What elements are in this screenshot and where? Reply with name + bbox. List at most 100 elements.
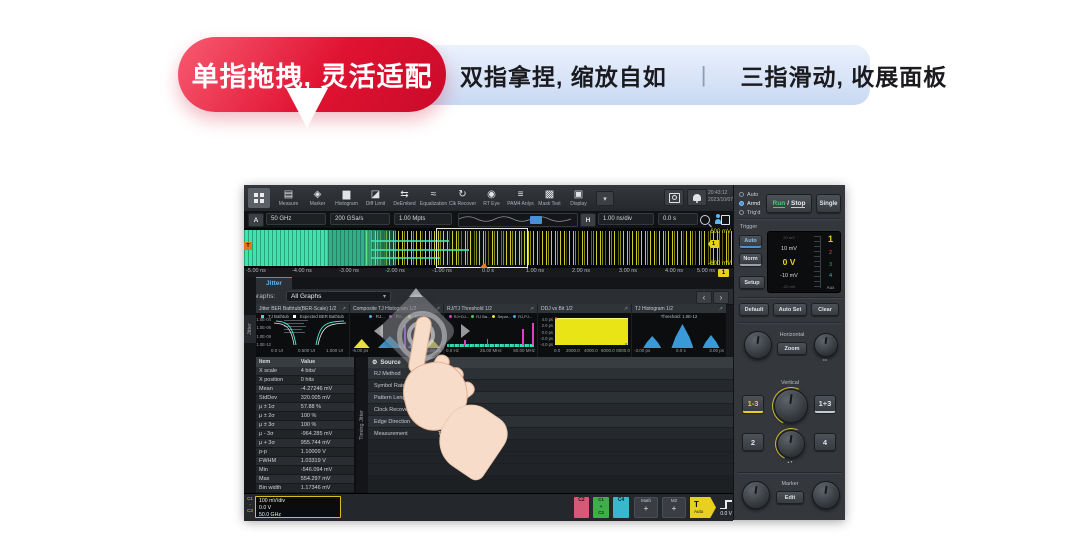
- gaussian-peak: [643, 336, 661, 348]
- tool-clk-recover[interactable]: ↻Clk Recover: [448, 186, 477, 210]
- table-row[interactable]: μ ± 2σ100 %: [256, 412, 354, 421]
- marker-edit-button[interactable]: Edit: [776, 491, 804, 504]
- channel-2-selector[interactable]: 2: [829, 250, 832, 256]
- panel-tj-histogram[interactable]: TJ Histogram 1/2↗ Threshold: 1.0E-12 -3.…: [632, 304, 726, 357]
- zoom-selection-box[interactable]: [436, 228, 528, 268]
- statistics-table[interactable]: Item Value X scale4 bits/ X position0 hi…: [256, 357, 354, 493]
- radio-trigd[interactable]: Trig'd: [739, 208, 760, 217]
- tool-diff-limit[interactable]: ◪Diff Limit: [361, 186, 390, 210]
- tool-deembed[interactable]: ⇆DeEmbed: [390, 186, 419, 210]
- expand-icon[interactable]: ↗: [719, 306, 723, 312]
- sample-rate-field[interactable]: 200 GSa/s: [330, 213, 390, 225]
- trigger-level-tag[interactable]: T: [244, 242, 252, 250]
- delay-field[interactable]: 0.0 s: [658, 213, 698, 225]
- memory-depth-field[interactable]: 1.00 Mpts: [394, 213, 452, 225]
- channel1-settings-box[interactable]: 100 mV/div 0.0 V 50.0 GHz: [255, 496, 341, 518]
- table-row[interactable]: Mean-4.27246 mV: [256, 385, 354, 394]
- timebase-overview[interactable]: [458, 213, 578, 227]
- default-button[interactable]: Default: [739, 303, 769, 316]
- tool-display[interactable]: ▣Display: [564, 186, 593, 210]
- channel-1p3-button[interactable]: 1+3: [814, 395, 836, 413]
- tool-marker[interactable]: ◈Marker: [303, 186, 332, 210]
- run-stop-button[interactable]: Run / Stop: [766, 194, 812, 213]
- tool-equalization[interactable]: ≈Equalization: [419, 186, 448, 210]
- math2-button[interactable]: M2+: [662, 497, 686, 518]
- level-ruler: [814, 236, 821, 288]
- panel-header[interactable]: DDJ vs Bit 1/2↗: [538, 304, 631, 313]
- radio-auto[interactable]: Auto: [739, 190, 760, 199]
- table-row[interactable]: μ ± 1σ57.88 %: [256, 403, 354, 412]
- math1-button[interactable]: Math+: [634, 497, 658, 518]
- search-icon[interactable]: [700, 215, 710, 225]
- notification-button[interactable]: [687, 189, 707, 206]
- expand-icon[interactable]: ↗: [342, 306, 346, 312]
- auto-set-button[interactable]: Auto Set: [773, 303, 807, 316]
- channel-1-3-button[interactable]: 1-3: [742, 395, 764, 413]
- radio-armd[interactable]: Armd: [739, 199, 760, 208]
- table-row[interactable]: μ - 3σ-964.285 mV: [256, 430, 354, 439]
- marker-right-knob[interactable]: [812, 481, 840, 509]
- panels-prev-button[interactable]: ‹: [696, 291, 712, 304]
- table-row[interactable]: X scale4 bits/: [256, 367, 354, 376]
- more-tools-button[interactable]: ▾: [596, 191, 614, 206]
- tool-histogram[interactable]: ▆Histogram: [332, 186, 361, 210]
- channel-sum-button[interactable]: C1 + C3: [593, 497, 609, 518]
- panel-header[interactable]: TJ Histogram 1/2↗: [632, 304, 726, 313]
- timebase-field[interactable]: 1.00 ns/div: [598, 213, 654, 225]
- trigger-auto-button[interactable]: Auto: [739, 235, 762, 248]
- channel2-button[interactable]: C2: [574, 497, 589, 518]
- snapshot-button[interactable]: [664, 189, 684, 206]
- user-window-icon[interactable]: [715, 214, 730, 225]
- panel-ddj-vs-bit[interactable]: DDJ vs Bit 1/2↗ 4.0 ps 2.0 ps 0.0 ps -2.…: [538, 304, 632, 357]
- table-row[interactable]: μ + 3σ955.744 mV: [256, 439, 354, 448]
- single-button[interactable]: Single: [816, 194, 841, 213]
- expand-icon[interactable]: ↗: [530, 306, 534, 312]
- waveform-display[interactable]: T 1 600 mV -600 mV: [244, 228, 733, 268]
- horizontal-select-button[interactable]: H: [580, 213, 596, 227]
- tool-rt-eye[interactable]: ◉RT Eye: [477, 186, 506, 210]
- zoom-button[interactable]: Zoom: [777, 342, 807, 355]
- panel-header[interactable]: Jitter BER Bathtub(BER-Scale) 1/2↗: [256, 304, 349, 313]
- vertical-tab-jitter[interactable]: Jitter: [244, 315, 256, 343]
- cell-value: 100 %: [301, 422, 354, 428]
- table-row[interactable]: X position0 hits: [256, 376, 354, 385]
- channel-2-button[interactable]: 2: [742, 433, 764, 451]
- panels-next-button[interactable]: ›: [713, 291, 729, 304]
- channel4-button[interactable]: C4: [613, 497, 629, 518]
- channel-4-selector[interactable]: 4: [829, 273, 832, 279]
- tool-mask-test[interactable]: ▩Mask Test: [535, 186, 564, 210]
- channel-3-selector[interactable]: 3: [829, 262, 832, 268]
- table-row[interactable]: StdDev320.005 mV: [256, 394, 354, 403]
- table-row[interactable]: FWHM1.03319 V: [256, 457, 354, 466]
- horizontal-scale-knob[interactable]: [744, 331, 772, 359]
- trigger-tag-label: T: [246, 243, 249, 249]
- expand-icon[interactable]: ↗: [624, 306, 628, 312]
- overview-window-marker[interactable]: [530, 216, 542, 224]
- tool-pam4[interactable]: ≡PAM4 Anlys: [506, 186, 535, 210]
- table-row[interactable]: Bin width1.17346 mV: [256, 484, 354, 493]
- aux-selector[interactable]: Aux: [827, 285, 835, 290]
- tool-measure[interactable]: ▤Measure: [274, 186, 303, 210]
- toolbar-tools: ▤Measure ◈Marker ▆Histogram ◪Diff Limit …: [274, 186, 593, 210]
- table-row[interactable]: μ ± 3σ100 %: [256, 421, 354, 430]
- tab-jitter[interactable]: Jitter: [256, 277, 292, 289]
- apps-menu-button[interactable]: [248, 188, 270, 208]
- horizontal-position-knob[interactable]: [814, 333, 838, 357]
- vertical-position-knob[interactable]: [777, 430, 805, 458]
- panel-bathtub[interactable]: Jitter BER Bathtub(BER-Scale) 1/2↗ TJ Ba…: [256, 304, 350, 357]
- trigger-setup-button[interactable]: Setup: [739, 276, 765, 289]
- table-row[interactable]: Max554.297 mV: [256, 475, 354, 484]
- x-tick: 0.500 UI: [298, 348, 315, 353]
- trigger-norm-button[interactable]: Norm: [739, 253, 762, 266]
- table-row[interactable]: p-p1.10009 V: [256, 448, 354, 457]
- bandwidth-field[interactable]: 50 GHz: [266, 213, 326, 225]
- marker-left-knob[interactable]: [742, 481, 770, 509]
- channel-4-button[interactable]: 4: [814, 433, 836, 451]
- clear-button[interactable]: Clear: [811, 303, 839, 316]
- column-header-item: Item: [256, 359, 301, 365]
- vertical-scale-knob[interactable]: [774, 389, 808, 423]
- channel-1-selector[interactable]: 1: [828, 234, 833, 244]
- cell-value: 554.297 mV: [301, 476, 354, 482]
- input-select-button[interactable]: A: [248, 213, 264, 227]
- table-row[interactable]: Min-546.094 mV: [256, 466, 354, 475]
